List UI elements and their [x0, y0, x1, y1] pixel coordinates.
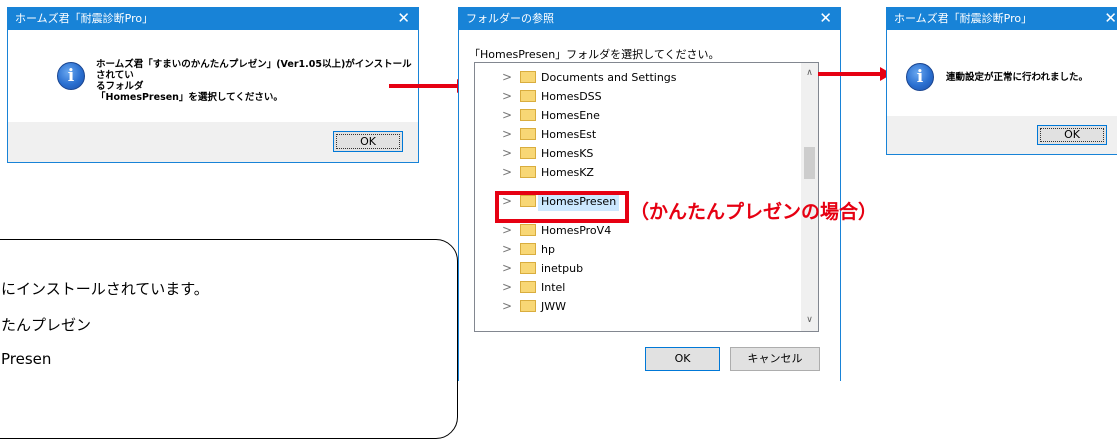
info-icon: i	[57, 62, 85, 90]
chevron-right-icon[interactable]: >	[502, 163, 512, 182]
folder-icon	[520, 109, 536, 121]
arrow-right-2	[818, 67, 892, 81]
chevron-right-icon[interactable]: >	[502, 221, 512, 240]
ok-button-label: OK	[1064, 128, 1080, 141]
note-line3: Presen	[1, 350, 52, 368]
dialog1-message-line3: 「HomesPresen」を選択してください。	[96, 92, 283, 103]
dialog1-message-line2: るフォルダ	[96, 81, 144, 92]
tree-item[interactable]: > HomesKZ	[475, 163, 795, 182]
tree-item[interactable]: > HomesDSS	[475, 87, 795, 106]
cancel-button[interactable]: キャンセル	[730, 347, 820, 371]
folder-icon	[520, 281, 536, 293]
dialog2-instruction: 「HomesPresen」フォルダを選択してください。	[469, 48, 720, 61]
tree-item[interactable]: > hp	[475, 240, 795, 259]
note-callout: にインストールされています。 たんプレゼン Presen	[0, 239, 458, 439]
dialog-folder-browse: フォルダーの参照 ✕ 「HomesPresen」フォルダを選択してください。 >…	[458, 7, 841, 381]
ok-button[interactable]: OK	[333, 131, 403, 152]
folder-icon	[520, 243, 536, 255]
chevron-right-icon[interactable]: >	[502, 259, 512, 278]
tree-item[interactable]: > HomesEne	[475, 106, 795, 125]
highlight-box	[495, 191, 629, 223]
dialog1-title: ホームズ君「耐震診断Pro」	[15, 12, 154, 25]
folder-icon	[520, 224, 536, 236]
tree-item[interactable]: > JWW	[475, 297, 795, 316]
dialog1-message-line1: ホームズ君「すまいのかんたんプレゼン」(Ver1.05以上)がインストールされて…	[96, 59, 412, 81]
tree-item[interactable]: > HomesKS	[475, 144, 795, 163]
chevron-right-icon[interactable]: >	[502, 297, 512, 316]
chevron-right-icon[interactable]: >	[502, 106, 512, 125]
tree-item[interactable]: > Intel	[475, 278, 795, 297]
cancel-button-label: キャンセル	[747, 352, 803, 365]
chevron-right-icon[interactable]: >	[502, 68, 512, 87]
dialog3-titlebar: ホームズ君「耐震診断Pro」 ✕	[887, 8, 1117, 30]
tree-item[interactable]: > Documents and Settings	[475, 68, 795, 87]
dialog3-title: ホームズ君「耐震診断Pro」	[894, 12, 1033, 25]
annotation-label: （かんたんプレゼンの場合）	[630, 201, 878, 223]
scroll-thumb[interactable]	[804, 147, 815, 179]
folder-icon	[520, 166, 536, 178]
folder-icon	[520, 128, 536, 140]
dialog2-title: フォルダーの参照	[466, 12, 554, 25]
ok-button[interactable]: OK	[1037, 125, 1107, 145]
folder-icon	[520, 71, 536, 83]
chevron-right-icon[interactable]: >	[502, 125, 512, 144]
note-line2: たんプレゼン	[1, 316, 92, 334]
close-icon[interactable]: ✕	[1104, 8, 1117, 29]
dialog2-titlebar: フォルダーの参照 ✕	[459, 8, 840, 30]
folder-icon	[520, 300, 536, 312]
arrow-right-1	[389, 79, 469, 93]
chevron-right-icon[interactable]: >	[502, 87, 512, 106]
chevron-right-icon[interactable]: >	[502, 144, 512, 163]
dialog3-footer: OK	[887, 116, 1117, 154]
ok-button[interactable]: OK	[645, 347, 720, 371]
scroll-up-icon[interactable]: ∧	[801, 65, 818, 82]
note-line1: にインストールされています。	[1, 280, 209, 298]
dialog-homes-folder-prompt: ホームズ君「耐震診断Pro」 ✕ i ホームズ君「すまいのかんたんプレゼン」(V…	[7, 7, 419, 163]
dialog1-message: ホームズ君「すまいのかんたんプレゼン」(Ver1.05以上)がインストールされて…	[96, 59, 418, 103]
tree-item[interactable]: > HomesEst	[475, 125, 795, 144]
close-icon[interactable]: ✕	[397, 8, 410, 29]
folder-icon	[520, 147, 536, 159]
folder-icon	[520, 262, 536, 274]
dialog-link-complete: ホームズ君「耐震診断Pro」 ✕ i 連動設定が正常に行われました。 OK	[886, 7, 1117, 155]
info-icon: i	[906, 63, 934, 91]
folder-icon	[520, 90, 536, 102]
chevron-right-icon[interactable]: >	[502, 240, 512, 259]
chevron-right-icon[interactable]: >	[502, 278, 512, 297]
scroll-down-icon[interactable]: ∨	[801, 312, 818, 329]
ok-button-label: OK	[360, 135, 376, 148]
close-icon[interactable]: ✕	[819, 8, 832, 29]
dialog3-message: 連動設定が正常に行われました。	[946, 72, 1089, 83]
dialog1-footer: OK	[8, 122, 418, 162]
dialog1-titlebar: ホームズ君「耐震診断Pro」 ✕	[8, 8, 418, 30]
tree-item[interactable]: > inetpub	[475, 259, 795, 278]
ok-button-label: OK	[674, 352, 691, 365]
